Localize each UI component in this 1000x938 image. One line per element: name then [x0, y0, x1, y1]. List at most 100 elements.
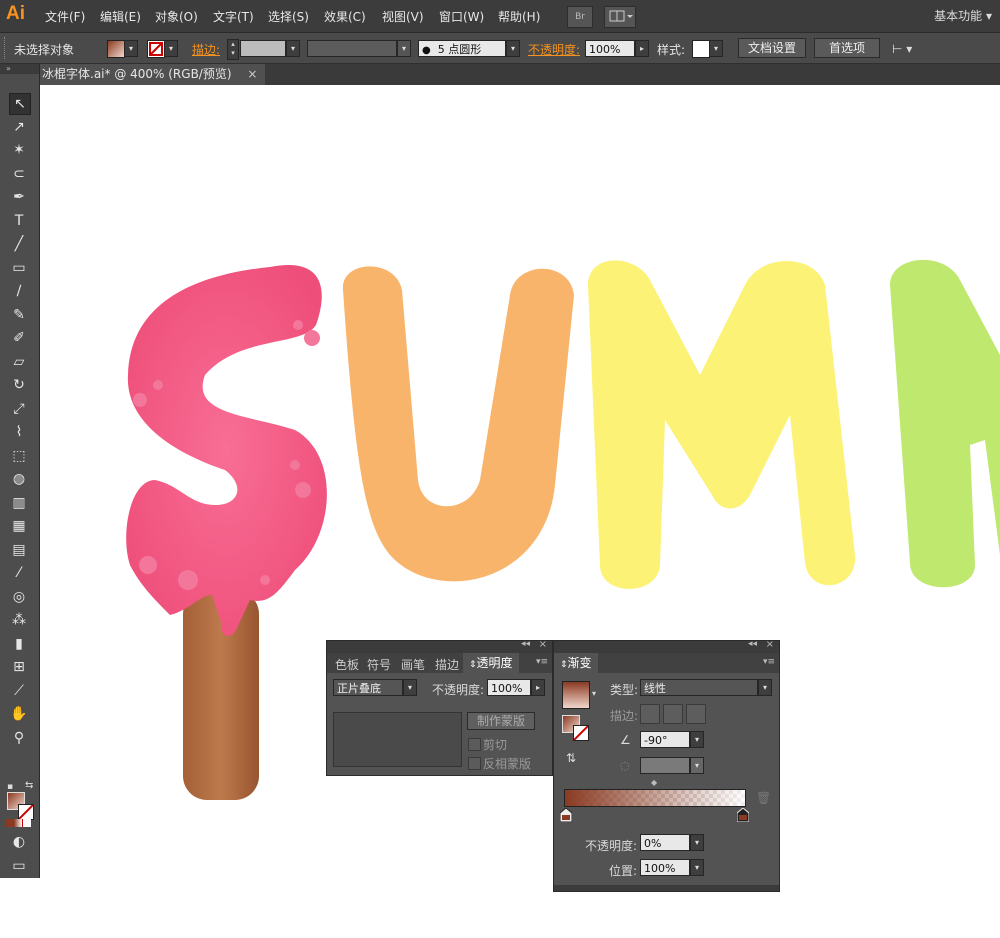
aspect-ratio-field[interactable] — [640, 757, 690, 774]
collapse-panel-icon[interactable]: ◂◂ — [748, 639, 757, 649]
panel-title-bar[interactable]: ◂◂ × — [327, 639, 552, 653]
stroke-along-icon[interactable] — [663, 704, 683, 724]
gradient-angle-field[interactable]: -90° — [640, 731, 690, 748]
rectangle-tool[interactable]: ▭ — [9, 258, 29, 278]
menu-type[interactable]: 文字(T) — [213, 8, 254, 25]
transparency-opacity-field[interactable]: 100% — [487, 679, 531, 696]
gradient-type-select[interactable]: 线性 — [640, 679, 758, 696]
menu-view[interactable]: 视图(V) — [382, 8, 424, 25]
slice-tool[interactable]: ⟋ — [9, 681, 29, 701]
blend-mode-select[interactable]: 正片叠底 — [333, 679, 403, 696]
eraser-tool[interactable]: ▱ — [9, 352, 29, 372]
gradient-stop-start[interactable] — [560, 808, 572, 822]
menu-edit[interactable]: 编辑(E) — [100, 8, 141, 25]
lasso-tool[interactable]: ⊂ — [9, 164, 29, 184]
color-mode-buttons[interactable] — [6, 816, 34, 827]
brush-definition[interactable]: ● 5 点圆形 — [418, 40, 506, 57]
gradient-preview-swatch[interactable] — [562, 681, 590, 709]
menu-effect[interactable]: 效果(C) — [324, 8, 366, 25]
blend-tool[interactable]: ◎ — [9, 587, 29, 607]
close-tab-icon[interactable]: × — [247, 67, 257, 81]
stop-position-field[interactable]: 100% — [640, 859, 690, 876]
fill-swatch[interactable] — [107, 40, 125, 58]
pen-tool[interactable]: ✒ — [9, 187, 29, 207]
document-setup-button[interactable]: 文档设置 — [738, 38, 806, 58]
delete-stop-icon[interactable]: 🗑 — [756, 791, 771, 805]
blend-mode-dropdown[interactable]: ▾ — [403, 679, 417, 696]
gradient-angle-dropdown[interactable]: ▾ — [690, 731, 704, 748]
tab-brushes[interactable]: 画笔 — [401, 656, 425, 673]
canvas[interactable] — [40, 85, 1000, 938]
gradient-preset-dropdown-icon[interactable]: ▾ — [592, 689, 596, 698]
clip-checkbox[interactable] — [468, 738, 481, 751]
menu-help[interactable]: 帮助(H) — [498, 8, 540, 25]
stroke-within-icon[interactable] — [640, 704, 660, 724]
preferences-button[interactable]: 首选项 — [814, 38, 880, 58]
stroke-dropdown[interactable]: ▾ — [164, 40, 178, 57]
drawing-mode-icon[interactable]: ◐ — [9, 832, 29, 852]
close-panel-icon[interactable]: × — [766, 639, 774, 650]
column-graph-tool[interactable]: ▮ — [9, 634, 29, 654]
opacity-field[interactable]: 100% — [585, 40, 635, 57]
panel-title-bar[interactable]: ◂◂ × — [554, 639, 779, 653]
warp-tool[interactable]: ⌇ — [9, 422, 29, 442]
opacity-label[interactable]: 不透明度: — [528, 41, 580, 58]
color-mode-icon[interactable] — [6, 819, 14, 827]
stroke-weight-stepper[interactable]: ▴ ▾ — [227, 39, 239, 60]
swap-colors-icon[interactable]: ⇆ — [25, 780, 33, 791]
brush-dropdown[interactable]: ▾ — [506, 40, 520, 57]
free-transform-tool[interactable]: ⬚ — [9, 446, 29, 466]
stop-position-dropdown[interactable]: ▾ — [690, 859, 704, 876]
scale-tool[interactable]: ⤢ — [9, 399, 29, 419]
tab-transparency[interactable]: ⇕透明度 — [463, 653, 519, 673]
blob-brush-tool[interactable]: ✐ — [9, 328, 29, 348]
gradient-stop-end[interactable] — [737, 808, 749, 822]
eyedropper-tool[interactable]: ⁄ — [9, 563, 29, 583]
hand-tool[interactable]: ✋ — [9, 704, 29, 724]
transparency-opacity-dropdown[interactable]: ▸ — [531, 679, 545, 696]
reverse-gradient-icon[interactable]: ⇅ — [566, 751, 576, 765]
panel-resize-grip[interactable] — [554, 885, 779, 891]
mask-thumbnail[interactable] — [333, 712, 462, 767]
line-tool[interactable]: ╱ — [9, 234, 29, 254]
invert-mask-checkbox[interactable] — [468, 757, 481, 770]
midpoint-diamond-icon[interactable]: ◆ — [651, 778, 657, 787]
make-mask-button[interactable]: 制作蒙版 — [467, 712, 535, 730]
artboard-tool[interactable]: ⊞ — [9, 657, 29, 677]
bridge-button[interactable]: Br — [567, 6, 593, 28]
pencil-tool[interactable]: ✎ — [9, 305, 29, 325]
arrange-documents-button[interactable] — [604, 6, 636, 28]
collapse-panel-icon[interactable]: ◂◂ — [521, 639, 530, 649]
gradient-type-dropdown[interactable]: ▾ — [758, 679, 772, 696]
magic-wand-tool[interactable]: ✶ — [9, 140, 29, 160]
aspect-ratio-dropdown[interactable]: ▾ — [690, 757, 704, 774]
direct-selection-tool[interactable]: ↗ — [9, 117, 29, 137]
stroke-swatch[interactable] — [147, 40, 165, 58]
shape-builder-tool[interactable]: ◍ — [9, 469, 29, 489]
close-panel-icon[interactable]: × — [539, 639, 547, 650]
mesh-tool[interactable]: ▦ — [9, 516, 29, 536]
screen-mode-icon[interactable]: ▭ — [9, 856, 29, 876]
gradient-mode-icon[interactable] — [14, 819, 22, 827]
stroke-across-icon[interactable] — [686, 704, 706, 724]
gradient-tool[interactable]: ▤ — [9, 540, 29, 560]
gradient-slider[interactable] — [564, 789, 746, 807]
menu-window[interactable]: 窗口(W) — [439, 8, 484, 25]
toolbar-collapse-icon[interactable]: » — [0, 64, 39, 74]
variable-width-profile[interactable] — [307, 40, 397, 57]
align-options-icon[interactable]: ⊢ ▾ — [892, 42, 912, 56]
menu-object[interactable]: 对象(O) — [155, 8, 198, 25]
gradient-stroke-swatch[interactable] — [573, 725, 589, 741]
graphic-style-swatch[interactable] — [692, 40, 710, 58]
zoom-tool[interactable]: ⚲ — [9, 728, 29, 748]
none-mode-icon[interactable] — [22, 819, 31, 827]
opacity-dropdown[interactable]: ▸ — [635, 40, 649, 57]
stroke-label[interactable]: 描边: — [192, 41, 220, 58]
menu-select[interactable]: 选择(S) — [268, 8, 309, 25]
profile-dropdown[interactable]: ▾ — [397, 40, 411, 57]
default-colors-icon[interactable]: ▪ — [7, 782, 13, 792]
workspace-switcher[interactable]: 基本功能 ▾ — [934, 7, 992, 24]
panel-menu-icon[interactable]: ▾≡ — [763, 657, 775, 667]
paintbrush-tool[interactable]: ∕ — [9, 281, 29, 301]
stop-opacity-dropdown[interactable]: ▾ — [690, 834, 704, 851]
